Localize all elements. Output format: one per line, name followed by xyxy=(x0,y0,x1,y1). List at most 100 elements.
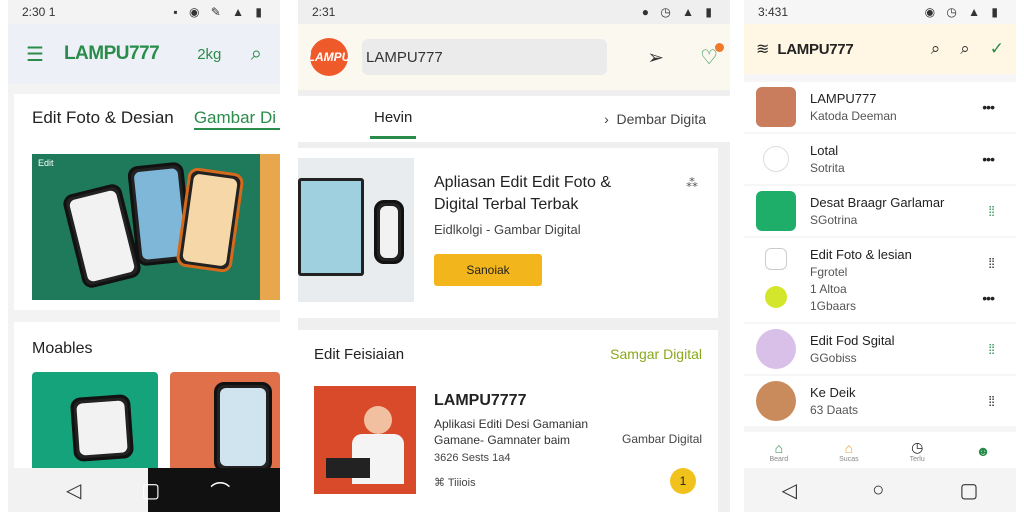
item-subtitle: 63 Daats xyxy=(810,403,859,417)
system-nav-bar: ◁ ▢ ⌒ xyxy=(8,468,280,512)
more-options-icon[interactable]: ••• xyxy=(982,99,995,115)
featured-banner[interactable]: Edit xyxy=(32,154,280,300)
check-icon[interactable]: ✓ xyxy=(990,39,1004,59)
card-link[interactable]: Samgar Digital xyxy=(610,346,702,363)
more-options-icon[interactable]: ⁞⁞ xyxy=(988,393,995,409)
sparkle-icon[interactable]: ⁂ xyxy=(686,176,698,190)
phone-illustration xyxy=(214,382,272,472)
item-title: Edit Foto & lesian xyxy=(810,247,912,262)
status-icons: ▪ ◉ ✎ ▲ ▮ xyxy=(173,5,266,19)
avatar xyxy=(756,191,796,231)
avatar xyxy=(756,381,796,421)
phone-screen-right: 3:431 ◉ ◷ ▲ ▮ ≋ LAMPU777 ⌕ ⌕ ✓ LAMPU777 … xyxy=(744,0,1016,512)
list-item[interactable]: Ke Deik 63 Daats ⁞⁞ xyxy=(744,376,1016,426)
app-title: LAMPU7777 xyxy=(434,392,527,409)
modules-section: Moables xyxy=(14,322,280,472)
app-logo: LAMPU777 xyxy=(777,40,854,58)
tab-digital[interactable]: › Dembar Digita xyxy=(604,111,706,127)
app-bar: LAMPU LAMPU777 ➢ ♡ xyxy=(298,24,730,90)
list-item[interactable]: Lotal Sotrita ••• xyxy=(744,134,1016,184)
module-tile[interactable] xyxy=(170,372,280,472)
item-subtitle: GGobiss xyxy=(810,351,857,365)
menu-icon[interactable]: ≋ xyxy=(756,39,769,59)
chevron-right-icon: › xyxy=(604,111,617,127)
search-icon[interactable]: ⌕ xyxy=(251,43,262,66)
nav-label: Beard xyxy=(769,455,789,463)
list-item[interactable]: Edit Fod Sgital GGobiss ⁞⁞ xyxy=(744,324,1016,374)
item-title: Desat Braagr Garlamar xyxy=(810,195,945,210)
back-icon[interactable]: ◁ xyxy=(782,478,797,503)
item-subtitle: Fgrotel xyxy=(810,265,848,279)
badge-icon xyxy=(765,286,787,308)
nav-home[interactable]: ⌂ Beard xyxy=(769,440,788,463)
status-icons: ◉ ◷ ▲ ▮ xyxy=(924,5,1002,19)
header-count: 2kg xyxy=(197,45,222,63)
status-bar: 2:31 ● ◷ ▲ ▮ xyxy=(298,0,730,24)
phone-screen-left: 2:30 1 ▪ ◉ ✎ ▲ ▮ ☰ LAMPU777 2kg ⌕ Edit F… xyxy=(8,0,280,512)
app-description: Aplikasi Editi Desi Gamanian Gamane- Gam… xyxy=(434,417,589,447)
tab-home[interactable]: Hevin xyxy=(370,99,417,139)
phone-illustration xyxy=(69,393,135,463)
search-icon[interactable]: ⌕ xyxy=(960,39,970,59)
menu-icon[interactable]: ☰ xyxy=(26,42,44,67)
app-meta: 3626 Sests 1a4 xyxy=(434,452,511,464)
search-icon[interactable]: ⌕ xyxy=(931,39,941,59)
list-item[interactable]: Desat Braagr Garlamar SGotrina ⁞⁞ xyxy=(744,186,1016,236)
send-icon[interactable]: ➢ xyxy=(647,45,664,70)
home-icon: ⌂ xyxy=(774,439,784,456)
tab-bar: Hevin › Dembar Digita xyxy=(298,96,730,142)
item-subtitle: SGotrina xyxy=(810,213,858,227)
heart-icon[interactable]: ♡ xyxy=(700,42,724,70)
app-badge[interactable]: 1 xyxy=(670,468,696,494)
profile-icon: ☻ xyxy=(975,443,991,459)
promo-image xyxy=(298,158,414,302)
app-list: LAMPU777 Katoda Deeman ••• Lotal Sotrita… xyxy=(744,82,1016,428)
promo-button[interactable]: Sanoiak xyxy=(434,254,542,286)
more-options-icon[interactable]: ••• xyxy=(982,290,995,306)
list-item[interactable]: Edit Foto & lesian Fgrotel 1 Altoa 1Gbaa… xyxy=(744,238,1016,322)
home-icon[interactable]: ○ xyxy=(872,479,884,502)
more-options-icon[interactable]: ••• xyxy=(982,151,995,167)
card-header: Edit Feisiaian xyxy=(314,346,405,363)
phone-illustration xyxy=(175,166,245,274)
app-footer-label: Tiiiois xyxy=(447,477,476,489)
promo-card[interactable]: Apliasan Edit Edit Foto & Digital Terbal… xyxy=(298,148,718,318)
nav-profile[interactable]: ☻ xyxy=(976,443,991,459)
app-card[interactable]: Edit Feisiaian Samgar Digital LAMPU7777 … xyxy=(298,330,718,512)
more-options-icon[interactable]: ⁞⁞ xyxy=(988,255,995,271)
promo-subtitle: Eidlkolgi - Gambar Digital xyxy=(434,222,581,237)
bottom-navigation: ⌂ Beard ⌂ Sucas ◷ Terlu ☻ xyxy=(744,432,1016,470)
nav-history[interactable]: ◷ Terlu xyxy=(910,439,925,463)
system-nav-bar: ◁ ○ ▢ xyxy=(744,468,1016,512)
banner-label: Edit xyxy=(38,158,54,168)
app-category: Gambar Digital xyxy=(622,432,703,446)
more-options-icon[interactable]: ⁞⁞ xyxy=(988,203,995,219)
list-item[interactable]: LAMPU777 Katoda Deeman ••• xyxy=(744,82,1016,132)
app-thumbnail xyxy=(314,386,416,494)
nav-label: Terlu xyxy=(909,456,925,463)
recents-icon[interactable]: ▢ xyxy=(959,478,978,503)
more-options-icon[interactable]: ⁞⁞ xyxy=(988,341,995,357)
home-icon[interactable]: ▢ xyxy=(141,478,160,503)
status-time: 3:431 xyxy=(758,5,789,19)
tablet-illustration xyxy=(298,178,364,276)
tag-icon: ⌘ xyxy=(434,477,448,489)
back-icon[interactable]: ◁ xyxy=(66,478,81,503)
status-time: 2:31 xyxy=(312,5,336,19)
app-footer: ⌘ Tiiiois xyxy=(434,476,476,489)
section-link[interactable]: Gambar Di xyxy=(193,108,280,130)
app-logo: LAMPU xyxy=(308,38,350,76)
search-input[interactable]: LAMPU777 xyxy=(362,39,608,75)
status-icons: ● ◷ ▲ ▮ xyxy=(641,5,716,19)
module-tile[interactable] xyxy=(32,372,158,472)
nav-explore[interactable]: ⌂ Sucas xyxy=(839,440,858,463)
avatar xyxy=(756,87,796,127)
clock-icon: ◷ xyxy=(911,439,924,455)
avatar xyxy=(763,146,789,172)
banner-edge xyxy=(260,154,280,300)
item-title: Edit Fod Sgital xyxy=(810,333,895,348)
recents-icon[interactable]: ⌒ xyxy=(210,476,230,505)
app-bar: ☰ LAMPU777 2kg ⌕ xyxy=(8,24,280,84)
status-bar: 2:30 1 ▪ ◉ ✎ ▲ ▮ xyxy=(8,0,280,24)
avatar xyxy=(765,248,787,270)
